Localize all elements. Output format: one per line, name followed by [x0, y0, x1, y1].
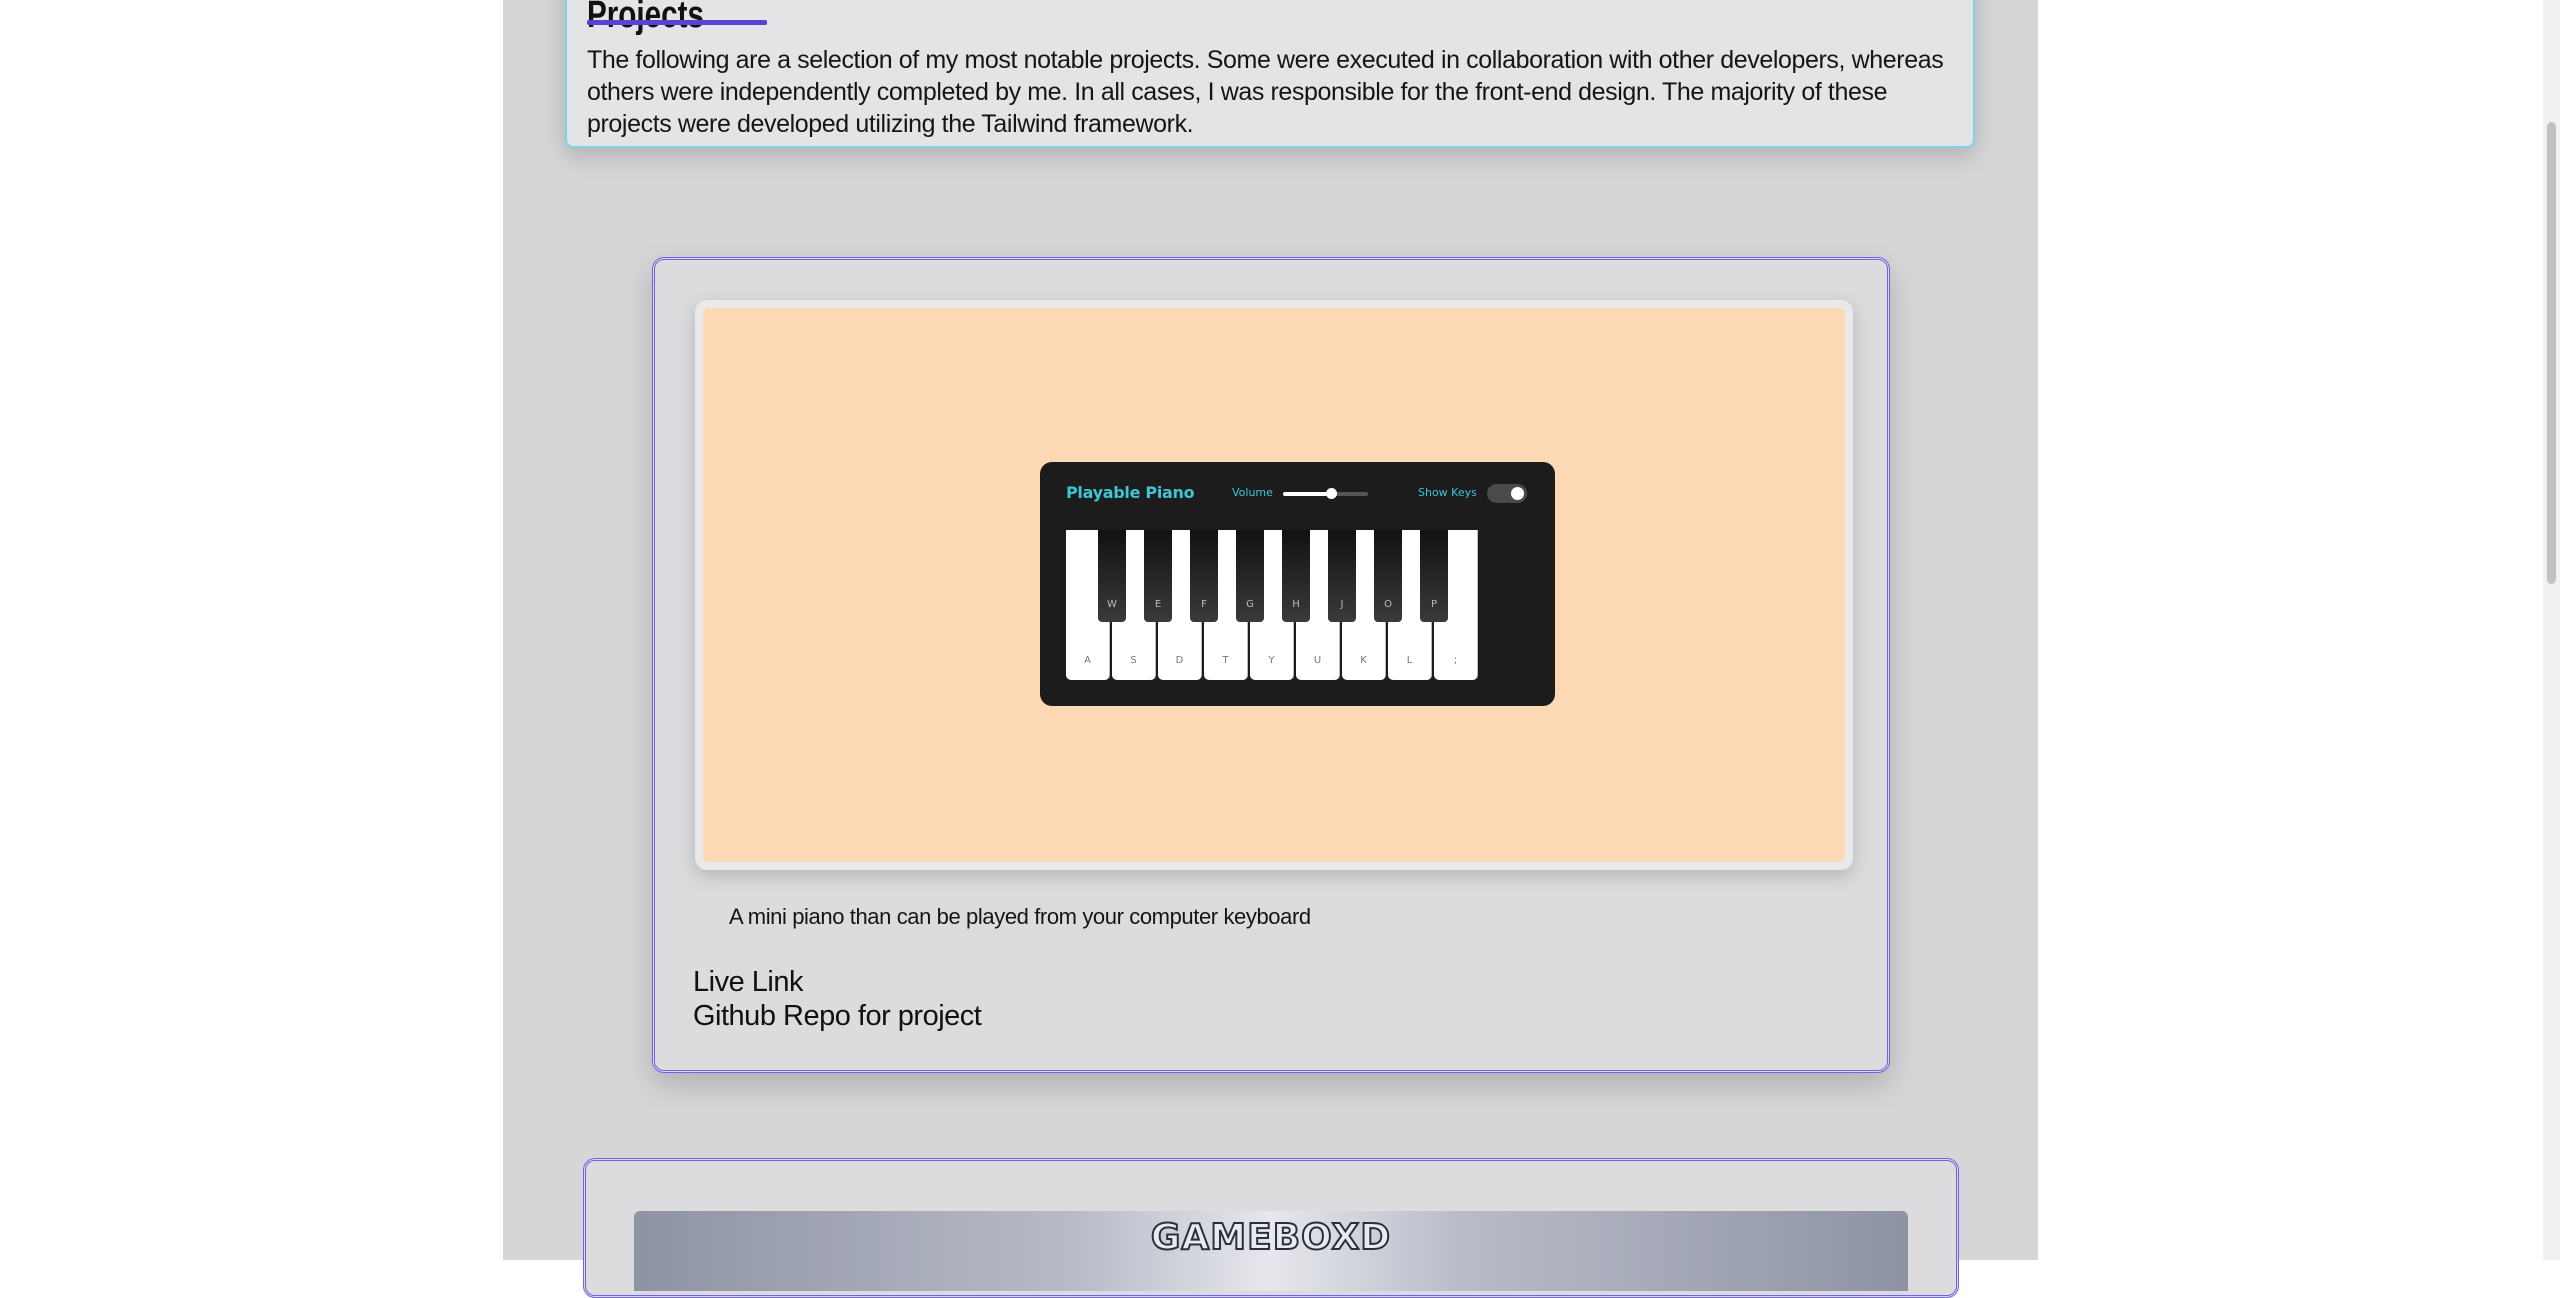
- key-label: T: [1222, 655, 1229, 666]
- title-underline: [587, 20, 767, 25]
- key-label: S: [1130, 655, 1137, 666]
- show-keys-label: Show Keys: [1418, 486, 1477, 499]
- piano-black-key: H: [1282, 530, 1310, 622]
- piano-black-key: O: [1374, 530, 1402, 622]
- key-label: D: [1175, 655, 1184, 666]
- piano-black-key: G: [1236, 530, 1264, 622]
- key-label: ;: [1453, 655, 1458, 666]
- show-keys-toggle: [1487, 484, 1527, 503]
- volume-slider: [1283, 488, 1368, 499]
- piano-black-key: P: [1420, 530, 1448, 622]
- volume-slider-fill: [1283, 492, 1333, 496]
- toggle-knob: [1511, 487, 1524, 500]
- piano-title: Playable Piano: [1066, 483, 1195, 502]
- live-link[interactable]: Live Link: [693, 966, 803, 999]
- project-description: A mini piano than can be played from you…: [729, 904, 1311, 929]
- key-label: Y: [1268, 655, 1275, 666]
- github-repo-link[interactable]: Github Repo for project: [693, 1000, 982, 1033]
- intro-paragraph: The following are a selection of my most…: [587, 46, 1944, 138]
- piano-black-key: E: [1144, 530, 1172, 622]
- volume-label: Volume: [1232, 486, 1273, 499]
- scrollbar-thumb[interactable]: [2547, 122, 2556, 584]
- piano-keys: A S D T Y U K L; W E F G H J O P: [1066, 530, 1482, 682]
- project-card-piano: Playable Piano Volume Show Keys A S D T Y U K L…: [652, 257, 1890, 1073]
- key-label: L: [1406, 655, 1413, 666]
- piano-black-key: W: [1098, 530, 1126, 622]
- key-label: K: [1360, 655, 1367, 666]
- gameboxd-logo-text: GAMEBOXD: [1150, 1216, 1392, 1259]
- project-preview-image: GAMEBOXD: [634, 1211, 1908, 1291]
- key-label: A: [1084, 655, 1091, 666]
- piano-widget: Playable Piano Volume Show Keys A S D T Y U K L…: [1040, 462, 1555, 706]
- piano-black-key: J: [1328, 530, 1356, 622]
- key-label: F: [1201, 599, 1207, 610]
- key-label: G: [1246, 599, 1254, 610]
- page-title: Projects: [587, 0, 704, 36]
- key-label: E: [1154, 599, 1162, 610]
- key-label: P: [1430, 599, 1438, 610]
- piano-black-key: F: [1190, 530, 1218, 622]
- project-preview-image: Playable Piano Volume Show Keys A S D T Y U K L…: [703, 308, 1845, 862]
- project-preview-frame: Playable Piano Volume Show Keys A S D T Y U K L…: [695, 300, 1853, 870]
- page-scrollbar[interactable]: [2543, 0, 2560, 1260]
- key-label: O: [1384, 599, 1392, 610]
- key-label: H: [1292, 599, 1300, 610]
- key-label: W: [1107, 599, 1117, 610]
- projects-intro-card: Projects The following are a selection o…: [565, 0, 1975, 148]
- key-label: U: [1313, 655, 1322, 666]
- volume-slider-knob: [1326, 488, 1338, 499]
- key-label: J: [1340, 599, 1344, 610]
- project-card-gameboxd: GAMEBOXD: [583, 1158, 1959, 1298]
